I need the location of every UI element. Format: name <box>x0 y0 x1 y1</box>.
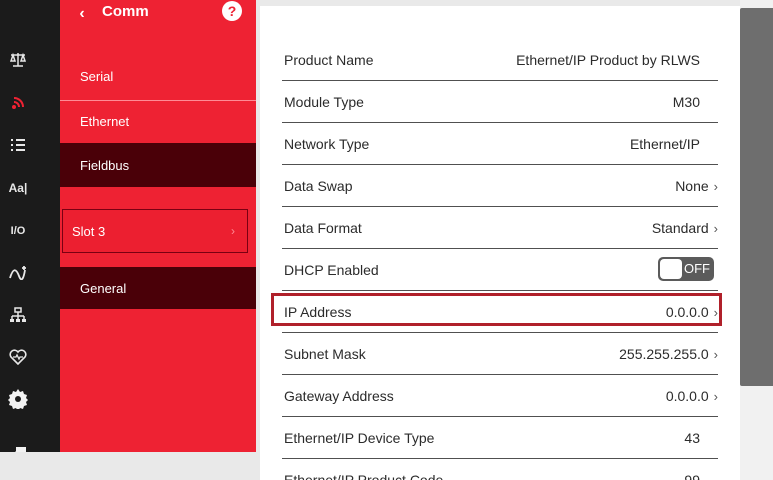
toggle-state: OFF <box>684 261 710 276</box>
row-label: DHCP Enabled <box>284 262 379 278</box>
row-label: Ethernet/IP Device Type <box>284 430 435 446</box>
help-icon[interactable]: ? <box>222 1 242 21</box>
row-value-group: 255.255.255.0 › <box>619 346 718 362</box>
analog-icon[interactable] <box>0 258 36 288</box>
nav-item-general[interactable]: General <box>60 267 256 309</box>
icon-rail: Aa| I/O <box>0 0 60 463</box>
heart-icon[interactable] <box>0 342 36 372</box>
ip-address-highlight <box>271 293 722 326</box>
row-value: Ethernet/IP <box>629 136 700 152</box>
chevron-right-icon: › <box>713 221 718 236</box>
row-data-swap[interactable]: Data Swap None › <box>282 165 718 207</box>
row-value: 99 <box>684 472 700 480</box>
row-product-name: Product Name Ethernet/IP Product by RLWS <box>282 39 718 81</box>
row-value: 255.255.255.0 <box>619 346 709 362</box>
nav-item-serial[interactable]: Serial <box>60 56 256 96</box>
row-dhcp-enabled: DHCP Enabled OFF <box>282 249 718 291</box>
nav-item-fieldbus[interactable]: Fieldbus <box>60 143 256 187</box>
nav-panel: ‹ Comm ? Serial Ethernet Fieldbus Slot 3… <box>60 0 256 452</box>
row-value: M30 <box>672 94 700 110</box>
list-icon[interactable] <box>0 130 36 160</box>
network-icon[interactable] <box>0 300 36 330</box>
io-icon[interactable]: I/O <box>0 216 36 246</box>
row-gateway-address[interactable]: Gateway Address 0.0.0.0 › <box>282 375 718 417</box>
gear-icon[interactable] <box>0 384 36 414</box>
row-label: Data Swap <box>284 178 353 194</box>
row-label: Gateway Address <box>284 388 394 404</box>
nav-item-slot-3[interactable]: Slot 3 › <box>62 209 248 253</box>
row-network-type: Network Type Ethernet/IP <box>282 123 718 165</box>
signal-icon[interactable] <box>0 88 36 118</box>
row-label: Data Format <box>284 220 362 236</box>
slot-label: Slot 3 <box>72 223 106 239</box>
row-subnet-mask[interactable]: Subnet Mask 255.255.255.0 › <box>282 333 718 375</box>
row-module-type: Module Type M30 <box>282 81 718 123</box>
row-value: 43 <box>684 430 700 446</box>
settings-list: Product Name Ethernet/IP Product by RLWS… <box>260 6 740 480</box>
row-value: 0.0.0.0 <box>665 388 709 404</box>
row-data-format[interactable]: Data Format Standard › <box>282 207 718 249</box>
nav-item-ethernet[interactable]: Ethernet <box>60 101 256 141</box>
chevron-right-icon: › <box>713 179 718 194</box>
bottom-bar <box>0 452 260 480</box>
nav-title: Comm <box>102 3 149 20</box>
row-value-group: 0.0.0.0 › <box>666 388 718 404</box>
row-label: Subnet Mask <box>284 346 366 362</box>
chevron-right-icon: › <box>231 224 235 238</box>
scrollbar-thumb[interactable] <box>740 8 773 386</box>
row-product-code: Ethernet/IP Product Code 99 <box>282 459 718 480</box>
row-label: Module Type <box>284 94 364 110</box>
chevron-right-icon: › <box>713 389 718 404</box>
dhcp-toggle[interactable]: OFF <box>658 257 714 281</box>
row-value: Standard <box>651 220 709 236</box>
row-value: Ethernet/IP Product by RLWS <box>516 52 700 68</box>
row-value: None <box>675 178 709 194</box>
row-label: Network Type <box>284 136 370 152</box>
font-icon[interactable]: Aa| <box>0 173 36 203</box>
row-value-group: Standard › <box>652 220 718 236</box>
row-label: Ethernet/IP Product Code <box>284 472 444 480</box>
row-value-group: None › <box>675 178 718 194</box>
chevron-right-icon: › <box>713 347 718 362</box>
back-button[interactable]: ‹ <box>72 4 92 24</box>
scale-icon[interactable] <box>0 45 36 75</box>
row-device-type: Ethernet/IP Device Type 43 <box>282 417 718 459</box>
toggle-knob <box>660 259 682 279</box>
row-label: Product Name <box>284 52 374 68</box>
